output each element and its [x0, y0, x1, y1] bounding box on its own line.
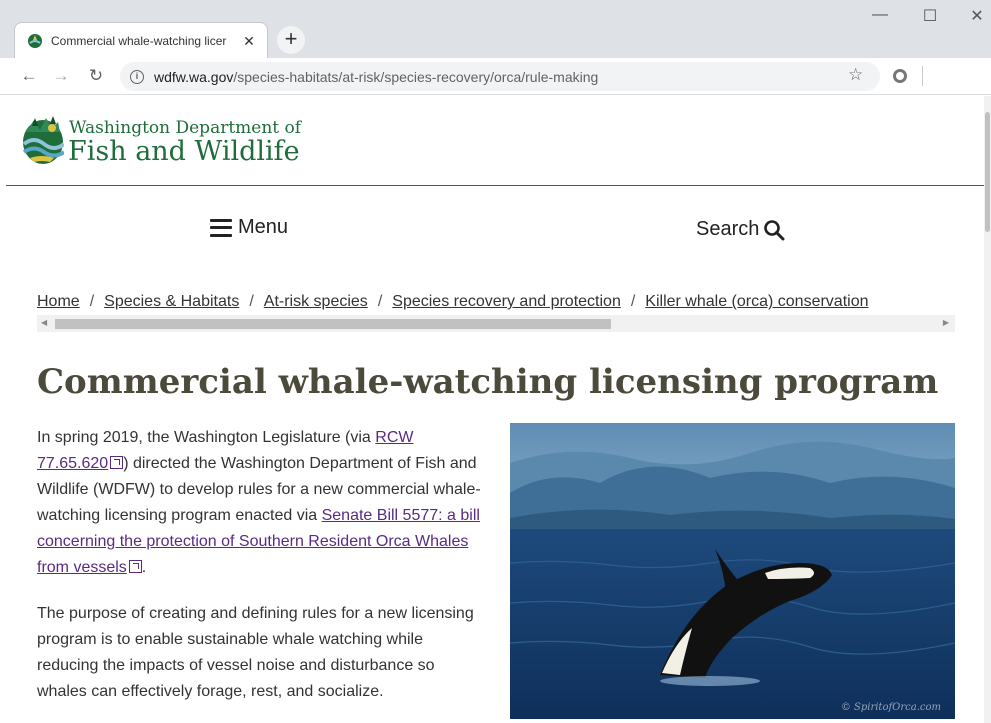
page-title: Commercial whale-watching licensing prog…: [37, 362, 939, 402]
page-scrollbar-thumb[interactable]: [985, 112, 990, 232]
intro-paragraph: In spring 2019, the Washington Legislatu…: [37, 425, 483, 581]
breadcrumb-separator: /: [630, 293, 636, 310]
window-minimize-button[interactable]: —: [858, 6, 902, 24]
scrollbar-thumb[interactable]: [55, 319, 611, 329]
breadcrumb-at-risk-species[interactable]: At-risk species: [264, 293, 368, 310]
tab-title: Commercial whale-watching licer: [51, 33, 227, 48]
scroll-right-icon[interactable]: ▶: [943, 318, 949, 327]
tab-close-icon[interactable]: ✕: [241, 33, 257, 49]
scroll-left-icon[interactable]: ◀: [41, 318, 47, 327]
department-name-line2[interactable]: Fish and Wildlife: [68, 136, 300, 167]
toolbar-divider: [922, 66, 923, 86]
site-header: Washington Department of Fish and Wildli…: [6, 96, 986, 186]
menu-label: Menu: [238, 216, 289, 238]
intro-text-1: In spring 2019, the Washington Legislatu…: [37, 429, 376, 446]
external-link-icon: [110, 456, 124, 469]
wdfw-logo-icon[interactable]: [22, 114, 64, 166]
menu-button[interactable]: Menu: [210, 216, 288, 239]
breadcrumb-scrollbar[interactable]: ◀ ▶: [37, 315, 955, 332]
purpose-paragraph: The purpose of creating and defining rul…: [37, 605, 474, 700]
url-path: /species-habitats/at-risk/species-recove…: [233, 68, 599, 85]
window-close-button[interactable]: ✕: [955, 6, 991, 26]
info-icon[interactable]: i: [130, 69, 144, 84]
orca-breaching-photo: © SpiritofOrca.com: [510, 423, 955, 719]
url-host: wdfw.wa.gov: [154, 68, 234, 85]
breadcrumb-separator: /: [249, 293, 254, 310]
browser-tab-strip: Commercial whale-watching licer ✕ + — ☐ …: [0, 0, 991, 58]
browser-toolbar: ← → ↻ i wdfw.wa.gov/species-habitats/at-…: [0, 58, 991, 95]
new-tab-button[interactable]: +: [277, 26, 305, 54]
search-icon: [764, 219, 785, 240]
breadcrumb: Home / Species & Habitats / At-risk species /…: [37, 293, 955, 315]
intro-text-3: .: [141, 559, 147, 576]
search-label: Search: [696, 218, 760, 240]
department-name-line1[interactable]: Washington Department of: [69, 118, 301, 138]
browser-tab[interactable]: Commercial whale-watching licer ✕: [14, 22, 268, 58]
photo-credit: © SpiritofOrca.com: [840, 702, 941, 713]
hamburger-icon: [210, 218, 232, 237]
forward-arrow-icon[interactable]: →: [50, 65, 72, 87]
page-scrollbar[interactable]: [984, 96, 991, 723]
external-link-icon: [128, 560, 142, 573]
breadcrumb-separator: /: [377, 293, 383, 310]
wdfw-favicon-icon: [28, 33, 42, 48]
search-button[interactable]: Search: [696, 218, 785, 241]
breadcrumb-species-habitats[interactable]: Species & Habitats: [104, 293, 239, 310]
reload-icon[interactable]: ↻: [85, 65, 107, 87]
back-arrow-icon[interactable]: ←: [18, 65, 40, 87]
star-icon[interactable]: ☆: [848, 65, 863, 85]
window-maximize-button[interactable]: ☐: [908, 6, 952, 26]
page-viewport: Washington Department of Fish and Wildli…: [0, 96, 991, 723]
breadcrumb-separator: /: [89, 293, 95, 310]
breadcrumb-home[interactable]: Home: [37, 293, 80, 310]
breadcrumb-species-recovery[interactable]: Species recovery and protection: [392, 293, 621, 310]
breadcrumb-killer-whale[interactable]: Killer whale (orca) conservation: [645, 293, 868, 310]
address-bar[interactable]: i wdfw.wa.gov/species-habitats/at-risk/s…: [120, 62, 880, 91]
extension-icon[interactable]: [893, 69, 907, 83]
